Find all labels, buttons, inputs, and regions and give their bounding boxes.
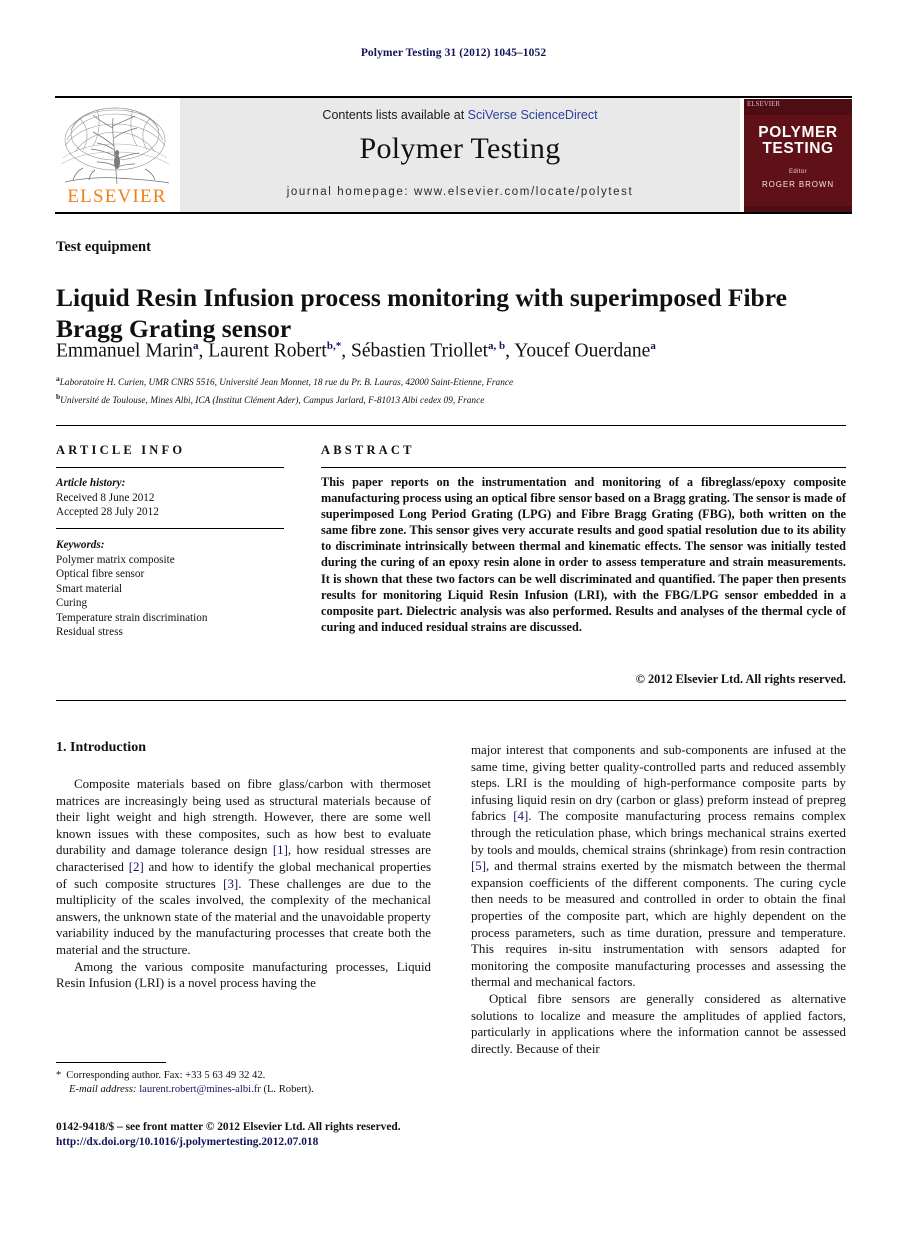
journal-masthead: ELSEVIER Contents lists available at Sci… bbox=[55, 96, 852, 214]
footnote-divider bbox=[56, 1062, 166, 1063]
keywords-items: Polymer matrix composite Optical fibre se… bbox=[56, 553, 296, 640]
corresponding-author-footnote: * Corresponding author. Fax: +33 5 63 49 … bbox=[56, 1069, 436, 1098]
affiliation-mark: a bbox=[56, 374, 60, 383]
keyword-item: Smart material bbox=[56, 582, 123, 595]
cover-title: POLYMER TESTING bbox=[744, 125, 852, 157]
article-history: Article history: Received 8 June 2012 Acc… bbox=[56, 476, 296, 520]
citation-reference[interactable]: [1] bbox=[273, 843, 288, 857]
body-column-left: Composite materials based on fibre glass… bbox=[56, 776, 431, 992]
affiliation: aLaboratoire H. Curien, UMR CNRS 5516, U… bbox=[56, 374, 514, 389]
author-name: Emmanuel Marin bbox=[56, 340, 194, 362]
citation-reference[interactable]: [3] bbox=[223, 877, 238, 891]
divider-abstract bbox=[321, 467, 846, 468]
body-paragraph: major interest that components and sub-c… bbox=[471, 743, 847, 990]
author-name: Youcef Ouerdane bbox=[514, 340, 651, 362]
cover-title-line2: TESTING bbox=[762, 140, 834, 157]
section-heading-introduction: 1. Introduction bbox=[56, 740, 146, 755]
page-title: Liquid Resin Infusion process monitoring… bbox=[56, 283, 787, 344]
abstract-copyright: © 2012 Elsevier Ltd. All rights reserved… bbox=[635, 672, 846, 686]
article-history-item: Accepted 28 July 2012 bbox=[56, 506, 159, 518]
citation-reference[interactable]: [4] bbox=[513, 809, 528, 823]
article-history-items: Received 8 June 2012 Accepted 28 July 201… bbox=[56, 491, 296, 520]
author-name: Sébastien Triollet bbox=[350, 340, 489, 362]
article-history-item: Received 8 June 2012 bbox=[56, 491, 155, 504]
article-history-label: Article history: bbox=[56, 477, 126, 489]
article-info-heading: ARTICLE INFO bbox=[56, 443, 186, 457]
keywords-label: Keywords: bbox=[56, 539, 105, 551]
keyword-item: Residual stress bbox=[56, 626, 123, 638]
divider-info-1 bbox=[56, 467, 284, 468]
email-link[interactable]: laurent.robert@mines-albi.fr bbox=[139, 1084, 261, 1095]
email-address-label: E-mail address: bbox=[69, 1084, 137, 1096]
footnote-corresponding: Corresponding author. Fax: +33 5 63 49 3… bbox=[66, 1070, 266, 1081]
affiliation: bUniversité de Toulouse, Mines Albi, ICA… bbox=[56, 392, 485, 407]
elsevier-tree-icon bbox=[59, 100, 175, 188]
elsevier-logo: ELSEVIER bbox=[55, 98, 179, 212]
footnote-star: * bbox=[56, 1070, 62, 1081]
author-affiliation-mark: a bbox=[650, 340, 656, 352]
body-paragraph: Among the various composite manufacturin… bbox=[56, 959, 431, 991]
article-page: Polymer Testing 31 (2012) 1045–1052 ELSE… bbox=[0, 0, 907, 1238]
email-owner: (L. Robert). bbox=[263, 1084, 314, 1096]
cover-editor-name: ROGER BROWN bbox=[761, 180, 835, 189]
keyword-item: Polymer matrix composite bbox=[56, 553, 175, 566]
citation-reference[interactable]: [2] bbox=[129, 860, 144, 874]
journal-homepage[interactable]: journal homepage: www.elsevier.com/locat… bbox=[180, 186, 740, 198]
author-list: Emmanuel Marina, Laurent Robertb,*, Séba… bbox=[56, 340, 656, 362]
keyword-item: Optical fibre sensor bbox=[56, 568, 145, 580]
affiliation-mark: b bbox=[56, 392, 61, 402]
body-column-right: major interest that components and sub-c… bbox=[471, 742, 846, 1057]
body-paragraph: Composite materials based on fibre glass… bbox=[56, 777, 431, 957]
masthead-center: Contents lists available at SciVerse Sci… bbox=[180, 98, 740, 212]
author-affiliation-mark: a bbox=[193, 340, 199, 352]
contents-prefix: Contents lists available at bbox=[322, 108, 468, 122]
citation-reference[interactable]: [5] bbox=[471, 859, 486, 873]
keyword-item: Curing bbox=[56, 597, 88, 609]
footnote-line-2: E-mail address: laurent.robert@mines-alb… bbox=[56, 1083, 436, 1097]
body-paragraph: Optical fibre sensors are generally cons… bbox=[471, 991, 846, 1056]
keywords-block: Keywords: Polymer matrix composite Optica… bbox=[56, 538, 296, 640]
sciencedirect-link[interactable]: SciVerse ScienceDirect bbox=[468, 108, 598, 122]
author-name: Laurent Robert bbox=[208, 340, 327, 362]
journal-title: Polymer Testing bbox=[359, 132, 561, 165]
divider-above-info bbox=[56, 425, 846, 426]
cover-editor-label: Editor bbox=[788, 169, 808, 175]
cover-brand: ELSEVIER bbox=[747, 100, 781, 108]
author-affiliation-mark: a, b bbox=[488, 340, 506, 352]
elsevier-wordmark: ELSEVIER bbox=[67, 186, 167, 207]
divider-below-abstract bbox=[56, 700, 846, 701]
running-head: Polymer Testing 31 (2012) 1045–1052 bbox=[360, 47, 547, 59]
cover-bottom-strip bbox=[744, 206, 852, 212]
affiliation-list: aLaboratoire H. Curien, UMR CNRS 5516, U… bbox=[56, 372, 846, 408]
front-matter-line: 0142-9418/$ – see front matter © 2012 El… bbox=[56, 1121, 401, 1133]
cover-title-line1: POLYMER bbox=[758, 124, 838, 141]
doi-link[interactable]: http://dx.doi.org/10.1016/j.polymertesti… bbox=[56, 1136, 556, 1148]
abstract-heading: ABSTRACT bbox=[321, 443, 415, 457]
divider-info-2 bbox=[56, 528, 284, 529]
author-affiliation-mark: b,* bbox=[326, 340, 342, 352]
abstract-text: This paper reports on the instrumentatio… bbox=[321, 475, 846, 634]
footnote-line-1: * Corresponding author. Fax: +33 5 63 49 … bbox=[56, 1069, 436, 1083]
contents-available-line: Contents lists available at SciVerse Sci… bbox=[180, 108, 740, 122]
keyword-item: Temperature strain discrimination bbox=[56, 611, 208, 624]
journal-cover-image: ELSEVIER POLYMER TESTING Editor ROGER BR… bbox=[744, 99, 852, 212]
article-section-type: Test equipment bbox=[56, 239, 151, 255]
